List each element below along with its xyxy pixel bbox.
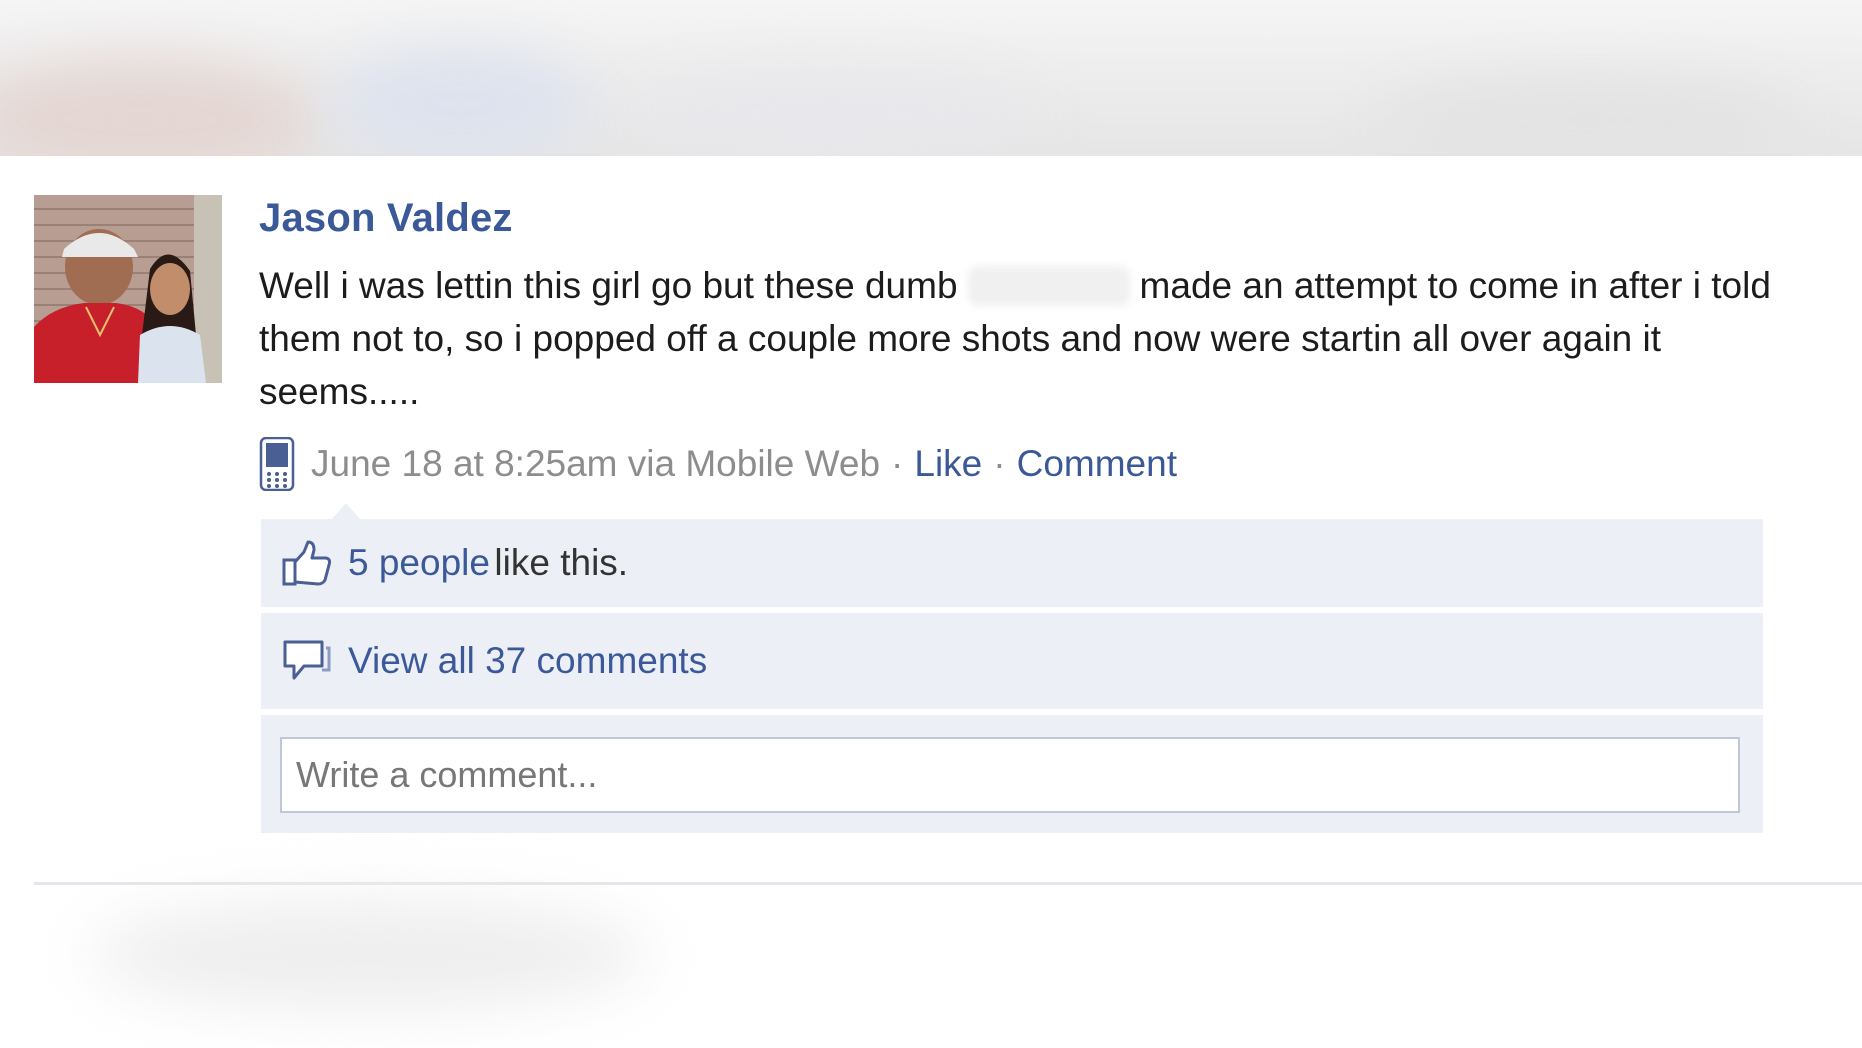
redacted-word — [967, 266, 1130, 306]
post-message: Well i was lettin this girl go but these… — [259, 259, 1779, 418]
post-meta: June 18 at 8:25am via Mobile Web · Like … — [259, 437, 1177, 491]
blurred-footer-background — [90, 900, 650, 1010]
separator-dot: · — [993, 443, 1006, 484]
comments-row: View all 37 comments — [261, 613, 1763, 715]
likes-row: 5 people like this. — [261, 519, 1763, 613]
blurred-header-background — [0, 0, 1862, 156]
likes-suffix: like this. — [494, 542, 629, 583]
post-author-name[interactable]: Jason Valdez — [259, 196, 513, 241]
likes-people-link[interactable]: 5 people — [348, 542, 490, 584]
speech-bubble-icon — [282, 638, 334, 684]
feedback-box: 5 people like this. View all 37 comments — [261, 519, 1763, 833]
mobile-phone-icon — [259, 437, 295, 491]
story-divider — [34, 882, 1862, 885]
comment-link[interactable]: Comment — [1017, 443, 1177, 485]
write-comment-row — [261, 715, 1763, 833]
author-avatar[interactable] — [34, 195, 222, 383]
ufi-pointer-notch — [332, 503, 360, 519]
post-message-part-1: Well i was lettin this girl go but these… — [259, 265, 958, 306]
post-timestamp[interactable]: June 18 at 8:25am via Mobile Web — [311, 443, 880, 485]
like-link[interactable]: Like — [914, 443, 982, 485]
comment-input[interactable] — [280, 737, 1740, 813]
thumbs-up-icon — [282, 540, 334, 586]
separator-dot: · — [891, 443, 904, 484]
view-all-comments-link[interactable]: View all 37 comments — [348, 640, 707, 682]
